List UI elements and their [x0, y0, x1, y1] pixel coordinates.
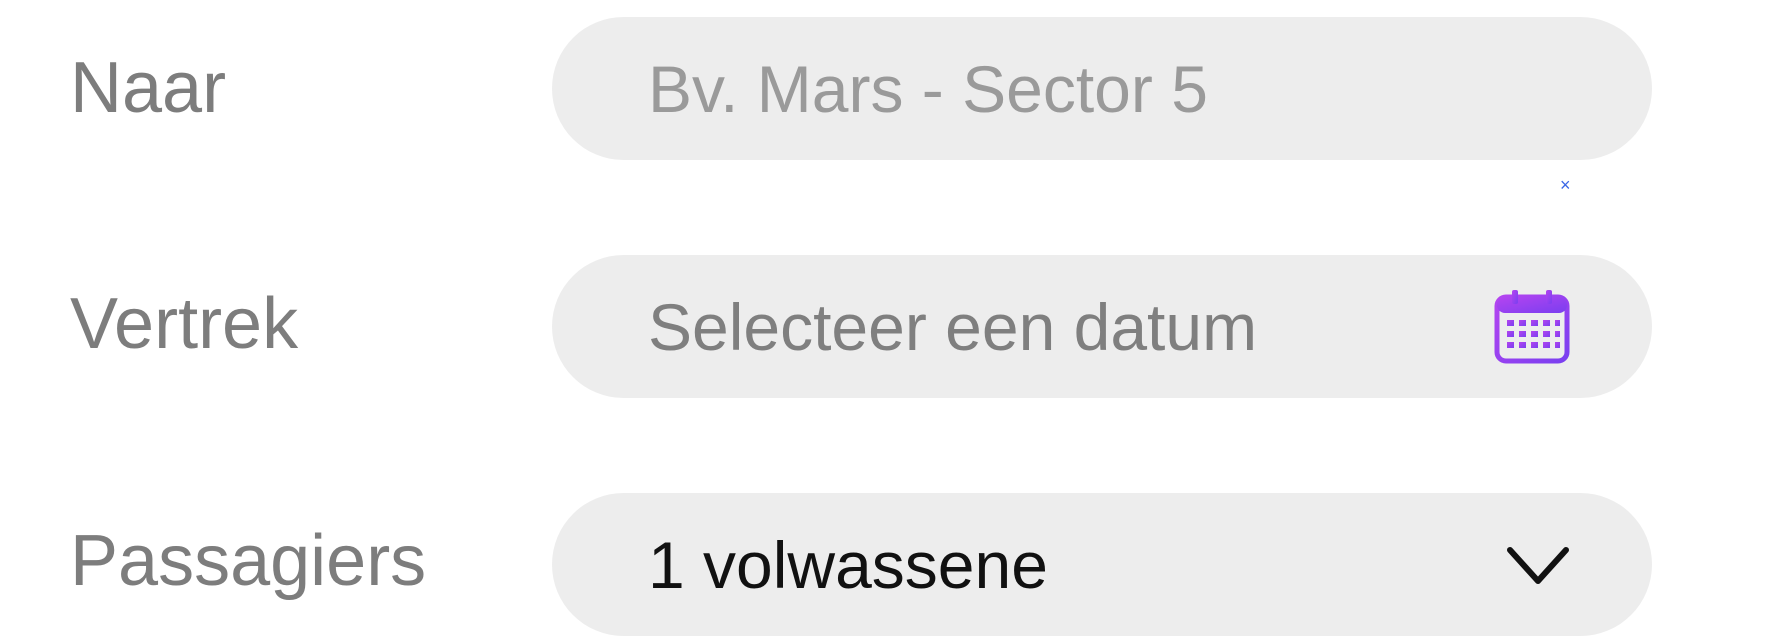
- passengers-label: Passagiers: [70, 521, 427, 601]
- departure-date-field[interactable]: Selecteer een datum: [552, 255, 1652, 398]
- destination-placeholder: Bv. Mars - Sector 5: [648, 51, 1208, 126]
- calendar-icon[interactable]: [1494, 289, 1570, 365]
- departure-placeholder: Selecteer een datum: [648, 289, 1258, 364]
- destination-label: Naar: [70, 48, 227, 128]
- passengers-selected-value: 1 volwassene: [648, 527, 1048, 602]
- destination-input[interactable]: Bv. Mars - Sector 5: [552, 17, 1652, 160]
- departure-label: Vertrek: [70, 284, 299, 364]
- chevron-down-icon[interactable]: [1506, 545, 1570, 587]
- plus-icon[interactable]: [1719, 47, 1776, 127]
- close-icon[interactable]: ×: [1560, 176, 1571, 194]
- passengers-select[interactable]: 1 volwassene: [552, 493, 1652, 636]
